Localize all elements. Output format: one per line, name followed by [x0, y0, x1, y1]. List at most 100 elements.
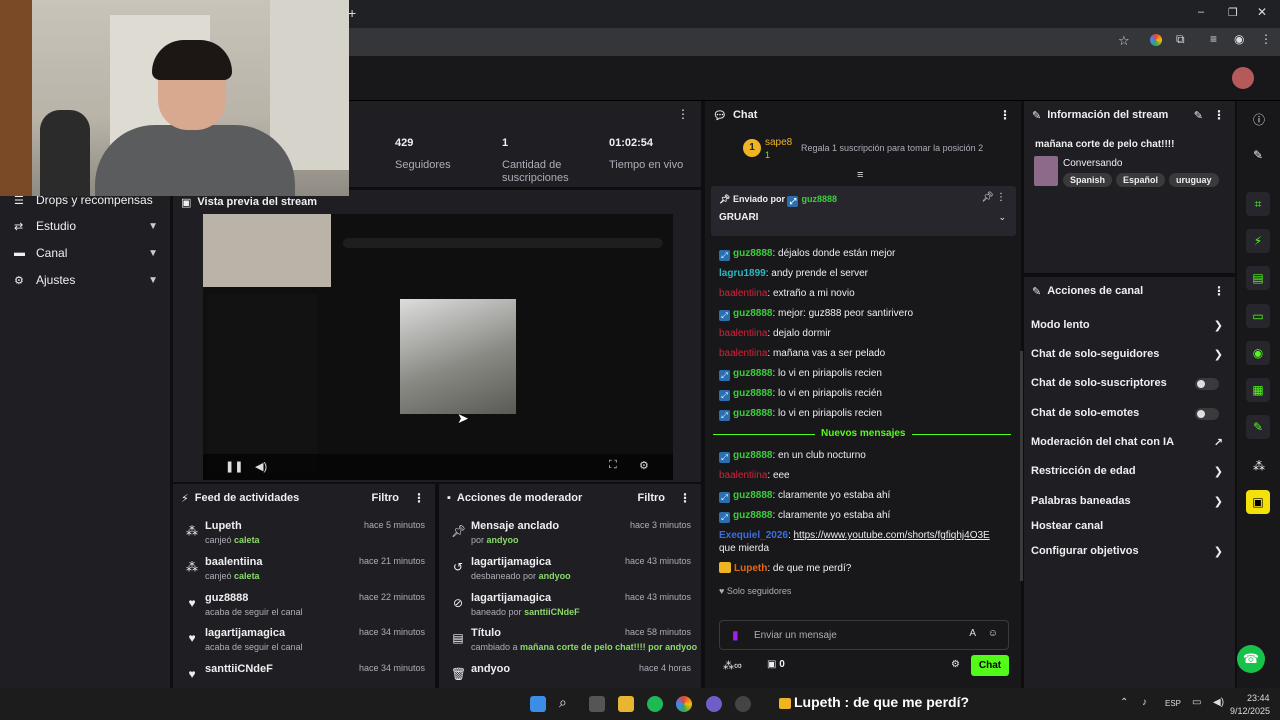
sidebar-item-settings[interactable]: ⚙ Ajustes ▼: [14, 270, 164, 290]
translate-icon[interactable]: A: [969, 628, 976, 639]
webcam-overlay: [0, 0, 349, 196]
volume-icon[interactable]: ◀): [1213, 697, 1224, 708]
broadcast-icon[interactable]: ◉: [1246, 341, 1270, 365]
mod-actions-panel: ▪ Acciones de moderador Filtro ⋮ 📌︎ Mensaj…: [439, 484, 701, 688]
action-subs-only[interactable]: Chat de solo-suscriptores: [1031, 377, 1227, 395]
chat-icon[interactable]: ▭: [1246, 304, 1270, 328]
stream-title: mañana corte de pelo chat!!!!: [1035, 139, 1175, 150]
puzzle-icon[interactable]: ⧉: [1176, 32, 1185, 47]
clapperboard-icon[interactable]: ▣: [1246, 490, 1270, 514]
store-icon[interactable]: [589, 696, 605, 712]
language-indicator[interactable]: ESP: [1165, 699, 1181, 708]
chevron-down-icon[interactable]: ⌄: [998, 212, 1006, 223]
plus-icon[interactable]: +: [348, 5, 356, 21]
category-name[interactable]: Conversando: [1063, 158, 1122, 169]
chat-message: ⤢ guz8888: lo vi en piriapolis recién: [719, 387, 1009, 401]
collapse-icon[interactable]: ≡: [857, 169, 863, 181]
sidebar-item-studio[interactable]: ⇄ Estudio ▼: [14, 216, 164, 236]
sidebar-item-label: Ajustes: [36, 273, 76, 287]
kebab-icon[interactable]: ⋮: [1213, 108, 1225, 122]
pin-icon[interactable]: 📌︎: [981, 192, 994, 203]
document-icon[interactable]: ▤: [1246, 266, 1270, 290]
chat-scrollbar[interactable]: [1020, 351, 1023, 581]
taskbar: ⌕ Lupeth : de que me perdí? ⌃ ♪ ESP ▭ ◀)…: [0, 688, 1280, 720]
minimize-icon[interactable]: –: [1198, 6, 1204, 18]
points-icon[interactable]: ⁂: [1253, 459, 1265, 473]
fullscreen-icon[interactable]: ⛶: [609, 459, 617, 472]
network-icon[interactable]: ▭: [1192, 697, 1201, 708]
kebab-icon[interactable]: ⋮: [996, 192, 1006, 203]
mic-icon[interactable]: ▮: [732, 628, 739, 642]
panel-title: Vista previa del stream: [197, 196, 318, 208]
action-slow-mode[interactable]: Modo lento ❯: [1031, 319, 1227, 337]
chat-message: baalentiina: mañana vas a ser pelado: [719, 348, 886, 359]
kebab-icon[interactable]: ⋮: [677, 107, 689, 121]
discord-icon[interactable]: [706, 696, 722, 712]
action-goals[interactable]: Configurar objetivos ❯: [1031, 545, 1227, 563]
star-icon[interactable]: ☆: [1118, 33, 1130, 49]
action-banned-words[interactable]: Palabras baneadas ❯: [1031, 495, 1227, 513]
panel-title: Chat: [732, 109, 758, 121]
avatar[interactable]: [1232, 67, 1254, 89]
webcam-thumb: [203, 214, 331, 287]
chrome-icon[interactable]: [676, 696, 692, 712]
search-icon[interactable]: ⌕: [559, 694, 567, 711]
leaderboard-user[interactable]: sape8: [765, 137, 792, 148]
kebab-icon[interactable]: ⋮: [1213, 284, 1225, 298]
pause-icon[interactable]: ❚❚: [225, 460, 243, 473]
heart-icon: ♥: [188, 596, 196, 610]
chevron-right-icon: ❯: [1213, 466, 1223, 478]
send-chat-button[interactable]: Chat: [971, 655, 1009, 676]
subs-only-toggle[interactable]: [1195, 378, 1219, 390]
gift-prompt[interactable]: Regala 1 suscripción para tomar la posic…: [801, 143, 983, 153]
profile-icon[interactable]: ◉: [1234, 32, 1244, 46]
volume-icon[interactable]: ◀): [255, 460, 267, 473]
gift-icon[interactable]: ▣ 0: [767, 659, 785, 670]
action-followers-only[interactable]: Chat de solo-seguidores ❯: [1031, 348, 1227, 366]
action-emotes-only[interactable]: Chat de solo-emotes: [1031, 407, 1227, 425]
kebab-icon[interactable]: ⋮: [413, 491, 425, 505]
support-icon[interactable]: ☎: [1237, 645, 1265, 673]
layout-icon[interactable]: ▦: [1246, 378, 1270, 402]
filter-button[interactable]: Filtro: [372, 492, 400, 504]
action-ai-moderation[interactable]: Moderación del chat con IA ↗: [1031, 436, 1227, 454]
shield-icon: ▪: [447, 492, 451, 504]
action-age-restriction[interactable]: Restricción de edad ❯: [1031, 465, 1227, 483]
chevron-right-icon: ❯: [1213, 320, 1223, 332]
info-icon[interactable]: ⓘ: [1253, 111, 1265, 128]
tag[interactable]: Spanish: [1063, 173, 1113, 187]
chat-input[interactable]: ▮ Enviar un mensaje A ☺: [719, 620, 1009, 650]
emotes-only-toggle[interactable]: [1195, 408, 1219, 420]
kebab-icon[interactable]: ⋮: [679, 491, 691, 505]
close-icon[interactable]: ✕: [1257, 5, 1267, 19]
stream-video[interactable]: ❚❚ ◀) ⛶ ⚙ ➤: [203, 214, 673, 480]
gear-icon[interactable]: ⚙: [639, 459, 649, 472]
wrench-icon[interactable]: ✎: [1246, 415, 1270, 439]
folder-icon[interactable]: [618, 696, 634, 712]
tag[interactable]: uruguay: [1169, 173, 1219, 187]
clock-time[interactable]: 23:44: [1247, 693, 1270, 703]
spotify-icon[interactable]: [647, 696, 663, 712]
tag[interactable]: Español: [1116, 173, 1166, 187]
scan-icon[interactable]: ⌗: [1246, 192, 1270, 216]
chevron-up-icon[interactable]: ⌃: [1120, 697, 1128, 708]
obs-icon[interactable]: [735, 696, 751, 712]
windows-start-icon[interactable]: [530, 696, 546, 712]
chat-link[interactable]: https://www.youtube.com/shorts/fgfiqhj4O…: [794, 530, 990, 541]
pencil-icon[interactable]: ✎: [1194, 109, 1203, 122]
clock-date[interactable]: 9/12/2025: [1230, 706, 1270, 716]
mic-icon[interactable]: ♪: [1142, 697, 1147, 708]
pencil-icon[interactable]: ✎: [1253, 148, 1263, 162]
points-icon[interactable]: ⁂∞: [723, 659, 742, 672]
sidebar-item-channel[interactable]: ▬ Canal ▼: [14, 243, 164, 263]
maximize-icon[interactable]: ❐: [1228, 6, 1238, 19]
emoji-icon[interactable]: ☺: [988, 628, 998, 639]
bolt-icon[interactable]: ⚡: [1246, 229, 1270, 253]
menu-icon[interactable]: ⋮: [1260, 32, 1272, 46]
media-icon[interactable]: ≡: [1210, 32, 1217, 46]
kebab-icon[interactable]: ⋮: [999, 108, 1011, 122]
gear-icon[interactable]: ⚙: [951, 659, 960, 670]
action-host-channel[interactable]: Hostear canal: [1031, 520, 1227, 538]
extension-icon[interactable]: [1150, 34, 1162, 46]
filter-button[interactable]: Filtro: [638, 492, 666, 504]
